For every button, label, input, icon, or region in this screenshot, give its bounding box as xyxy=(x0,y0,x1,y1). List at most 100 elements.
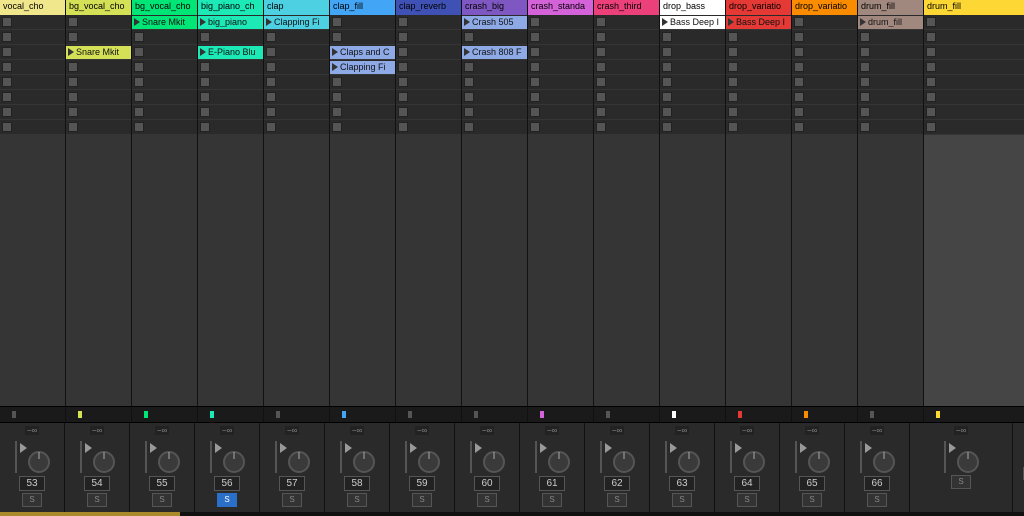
clip-slot[interactable] xyxy=(0,30,65,44)
fader[interactable] xyxy=(730,437,765,473)
stop-button[interactable] xyxy=(794,122,804,132)
stop-button[interactable] xyxy=(2,77,12,87)
stop-button[interactable] xyxy=(464,32,474,42)
clip-slot[interactable] xyxy=(924,60,1024,74)
track-number[interactable]: 63 xyxy=(669,476,694,491)
play-icon[interactable] xyxy=(200,18,206,26)
stop-button[interactable] xyxy=(860,62,870,72)
clip-slot[interactable] xyxy=(198,60,263,74)
clip-slot[interactable] xyxy=(792,105,857,119)
clip[interactable]: Bass Deep I xyxy=(726,16,791,29)
pan-knob[interactable] xyxy=(678,451,700,473)
clip-slot[interactable] xyxy=(330,15,395,29)
stop-button[interactable] xyxy=(2,47,12,57)
clip-slot[interactable] xyxy=(396,105,461,119)
clip-slot[interactable] xyxy=(66,60,131,74)
clip-slot[interactable] xyxy=(264,45,329,59)
stop-button[interactable] xyxy=(398,17,408,27)
stop-button[interactable] xyxy=(662,92,672,102)
fader-handle-icon[interactable] xyxy=(20,443,27,453)
track-header[interactable]: clap_fill xyxy=(330,0,395,15)
stop-button[interactable] xyxy=(794,92,804,102)
clip-slot[interactable]: E-Piano Blu xyxy=(198,45,263,59)
clip-slot[interactable] xyxy=(594,120,659,134)
stop-button[interactable] xyxy=(794,62,804,72)
track-header[interactable]: drum_fill xyxy=(858,0,923,15)
clip-slot[interactable]: Clapping Fi xyxy=(330,60,395,74)
clip-slot[interactable] xyxy=(330,90,395,104)
stop-button[interactable] xyxy=(266,62,276,72)
stop-button[interactable] xyxy=(68,92,78,102)
clip-slot[interactable] xyxy=(660,90,725,104)
stop-button[interactable] xyxy=(662,32,672,42)
clip-slot[interactable] xyxy=(0,90,65,104)
play-icon[interactable] xyxy=(728,18,734,26)
clip-slot[interactable] xyxy=(924,120,1024,134)
clip-slot[interactable] xyxy=(198,120,263,134)
stop-button[interactable] xyxy=(332,122,342,132)
stop-button[interactable] xyxy=(134,122,144,132)
stop-button[interactable] xyxy=(68,77,78,87)
clip-slot[interactable] xyxy=(132,30,197,44)
track-header[interactable]: crash_big xyxy=(462,0,527,15)
fader-handle-icon[interactable] xyxy=(410,443,417,453)
solo-button[interactable]: S xyxy=(867,493,887,507)
stop-button[interactable] xyxy=(530,17,540,27)
track-number[interactable]: 54 xyxy=(84,476,109,491)
clip-slot[interactable] xyxy=(792,30,857,44)
clip-slot[interactable] xyxy=(330,105,395,119)
pan-knob[interactable] xyxy=(28,451,50,473)
stop-button[interactable] xyxy=(134,62,144,72)
clip-slot[interactable]: Bass Deep I xyxy=(660,15,725,29)
stop-button[interactable] xyxy=(398,47,408,57)
clip-slot[interactable]: Crash 808 F xyxy=(462,45,527,59)
fader-handle-icon[interactable] xyxy=(800,443,807,453)
stop-button[interactable] xyxy=(266,32,276,42)
clip-slot[interactable] xyxy=(264,75,329,89)
play-icon[interactable] xyxy=(464,48,470,56)
track-number[interactable]: 58 xyxy=(344,476,369,491)
clip-slot[interactable] xyxy=(528,75,593,89)
clip-slot[interactable] xyxy=(528,15,593,29)
stop-button[interactable] xyxy=(530,122,540,132)
pan-knob[interactable] xyxy=(223,451,245,473)
fader-handle-icon[interactable] xyxy=(150,443,157,453)
clip-slot[interactable] xyxy=(462,120,527,134)
clip-slot[interactable] xyxy=(396,30,461,44)
clip-slot[interactable] xyxy=(264,30,329,44)
clip[interactable]: Crash 505 xyxy=(462,16,527,29)
clip-slot[interactable] xyxy=(198,30,263,44)
clip-slot[interactable] xyxy=(858,105,923,119)
stop-button[interactable] xyxy=(530,47,540,57)
clip-slot[interactable] xyxy=(858,30,923,44)
clip-slot[interactable] xyxy=(726,90,791,104)
stop-button[interactable] xyxy=(860,122,870,132)
clip-slot[interactable] xyxy=(264,90,329,104)
track-header[interactable]: drop_bass xyxy=(660,0,725,15)
fader[interactable] xyxy=(600,437,635,473)
clip-slot[interactable] xyxy=(792,90,857,104)
fader[interactable] xyxy=(210,437,245,473)
stop-button[interactable] xyxy=(926,122,936,132)
clip-slot[interactable] xyxy=(594,105,659,119)
pan-knob[interactable] xyxy=(873,451,895,473)
pan-knob[interactable] xyxy=(93,451,115,473)
track-header[interactable]: drum_fill xyxy=(924,0,1024,15)
stop-button[interactable] xyxy=(2,32,12,42)
clip-slot[interactable] xyxy=(660,30,725,44)
stop-button[interactable] xyxy=(728,92,738,102)
clip-slot[interactable] xyxy=(594,15,659,29)
clip-slot[interactable] xyxy=(924,90,1024,104)
stop-button[interactable] xyxy=(794,32,804,42)
stop-button[interactable] xyxy=(728,62,738,72)
clip-slot[interactable] xyxy=(924,75,1024,89)
stop-button[interactable] xyxy=(530,62,540,72)
clip-slot[interactable] xyxy=(726,105,791,119)
clip-slot[interactable]: big_piano xyxy=(198,15,263,29)
clip-slot[interactable] xyxy=(924,45,1024,59)
fader[interactable] xyxy=(944,437,979,473)
fader-handle-icon[interactable] xyxy=(345,443,352,453)
clip-slot[interactable] xyxy=(660,45,725,59)
stop-button[interactable] xyxy=(68,122,78,132)
fader[interactable] xyxy=(860,437,895,473)
